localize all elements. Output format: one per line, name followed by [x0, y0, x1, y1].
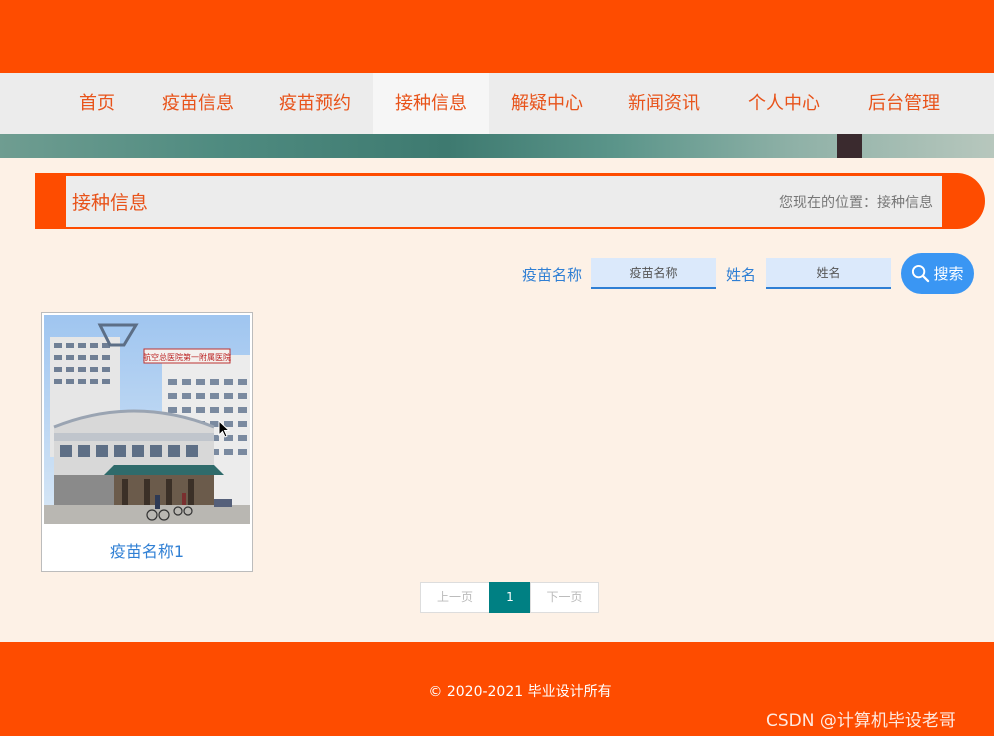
banner-dark-post: [837, 134, 862, 158]
csdn-watermark: CSDN @计算机毕设老哥: [766, 711, 956, 731]
vaccination-card[interactable]: 航空总医院第一附属医院 疫苗名称1: [41, 312, 253, 572]
nav-item-vaccination-info[interactable]: 接种信息: [373, 73, 489, 134]
page-1-button[interactable]: 1: [489, 582, 531, 613]
nav-item-vaccine-booking[interactable]: 疫苗预约: [260, 73, 370, 134]
card-caption[interactable]: 疫苗名称1: [42, 538, 252, 562]
person-name-input[interactable]: [766, 258, 891, 289]
page-title: 接种信息: [72, 192, 149, 214]
vaccine-name-input[interactable]: [591, 258, 716, 289]
nav-item-home[interactable]: 首页: [62, 73, 132, 134]
nav-item-news[interactable]: 新闻资讯: [608, 73, 720, 134]
prev-page-button[interactable]: 上一页: [420, 582, 490, 613]
breadcrumb: 您现在的位置：接种信息: [779, 195, 933, 211]
nav-item-qa-center[interactable]: 解疑中心: [492, 73, 602, 134]
vaccine-name-label: 疫苗名称: [522, 266, 583, 284]
search-icon: [911, 264, 930, 283]
footer-copyright: © 2020-2021 毕业设计所有: [428, 684, 612, 700]
search-button[interactable]: 搜索: [901, 253, 974, 294]
main-nav: 首页 疫苗信息 疫苗预约 接种信息 解疑中心 新闻资讯 个人中心 后台管理: [0, 73, 994, 134]
nav-item-admin[interactable]: 后台管理: [848, 73, 960, 134]
nav-item-personal-center[interactable]: 个人中心: [728, 73, 840, 134]
nav-item-vaccine-info[interactable]: 疫苗信息: [142, 73, 254, 134]
search-button-label: 搜索: [933, 265, 964, 283]
mouse-cursor-icon: [218, 420, 230, 438]
next-page-button[interactable]: 下一页: [530, 582, 599, 613]
top-header-bar: [0, 0, 994, 73]
hospital-sign-text: 航空总医院第一附属医院: [143, 352, 231, 362]
person-name-label: 姓名: [726, 266, 757, 284]
